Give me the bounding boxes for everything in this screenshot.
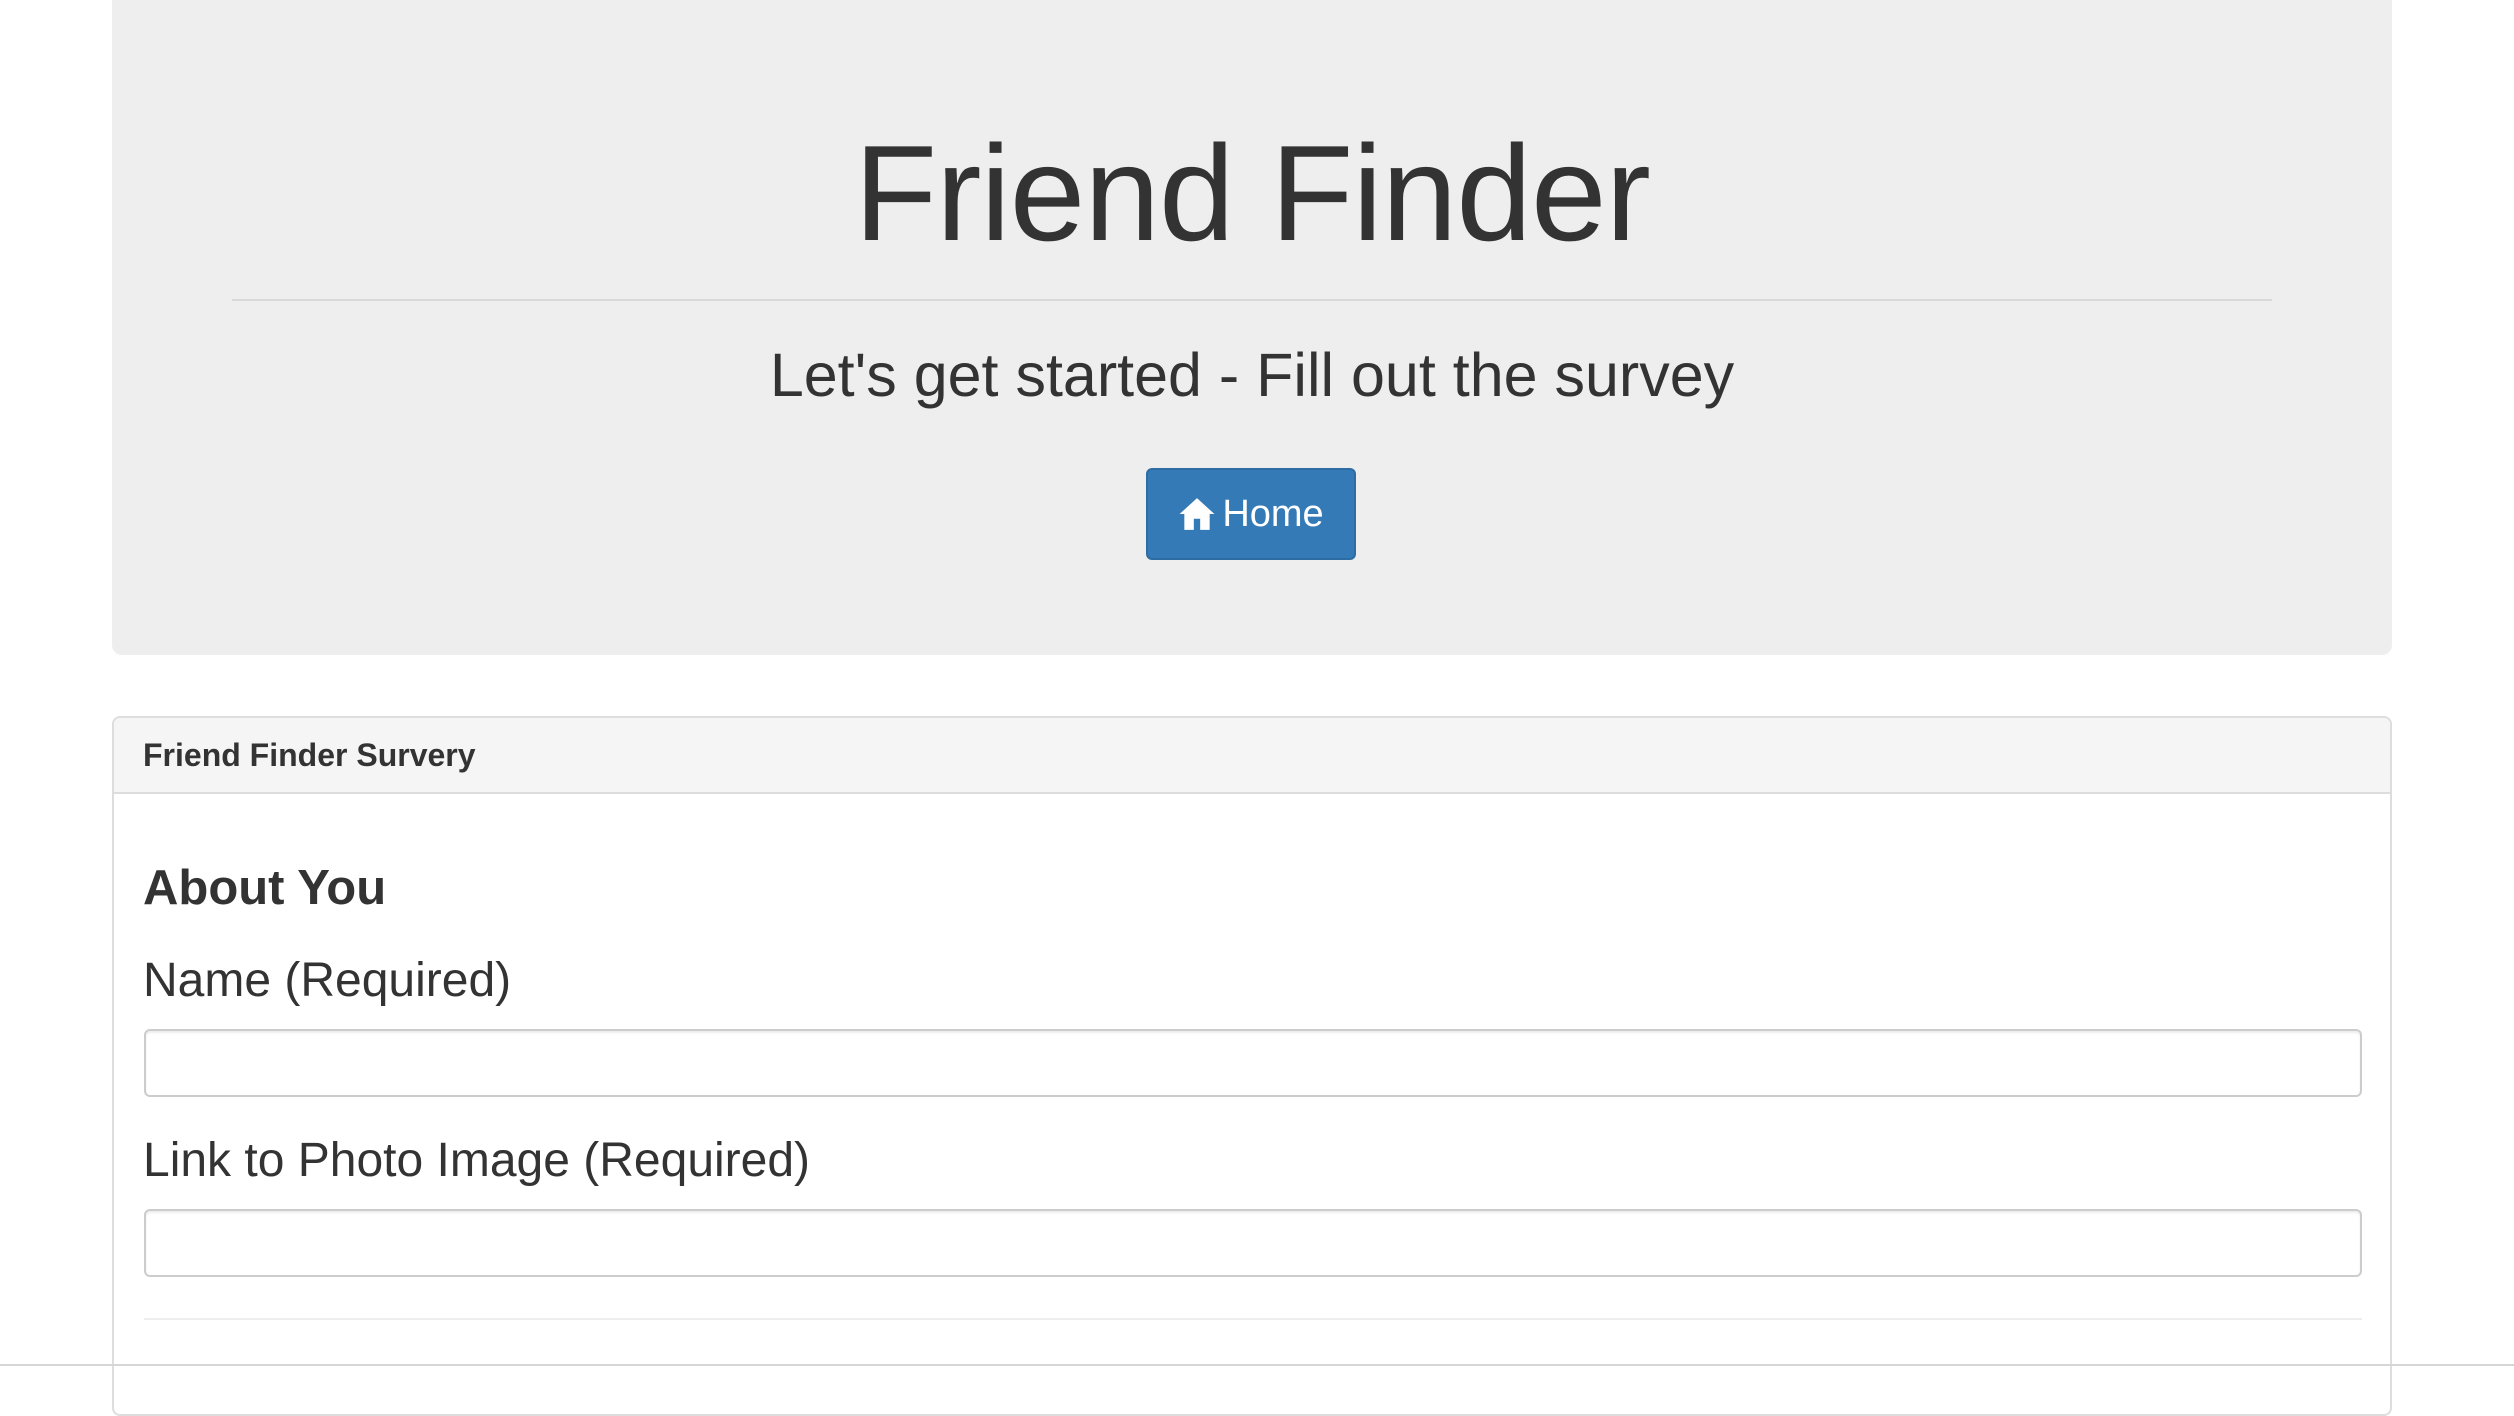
name-field-label: Name (Required)	[143, 954, 512, 1007]
section-divider	[144, 1318, 2362, 1320]
name-input[interactable]	[144, 1029, 2362, 1097]
jumbotron-header: Friend Finder Let's get started - Fill o…	[112, 0, 2392, 655]
home-button-label: Home	[1222, 492, 1324, 535]
photo-link-input[interactable]	[144, 1209, 2362, 1277]
page-title: Friend Finder	[854, 117, 1651, 269]
survey-panel-title: Friend Finder Survery	[143, 736, 476, 773]
header-divider	[232, 299, 2272, 301]
home-button[interactable]: Home	[1146, 468, 1356, 560]
survey-panel-heading: Friend Finder Survery	[114, 718, 2390, 794]
section-title-about-you: About You	[143, 861, 387, 915]
photo-link-field-label: Link to Photo Image (Required)	[143, 1134, 811, 1187]
home-icon	[1178, 495, 1216, 533]
page-subtitle: Let's get started - Fill out the survey	[769, 341, 1735, 409]
survey-panel: Friend Finder Survery About You Name (Re…	[112, 716, 2392, 1416]
